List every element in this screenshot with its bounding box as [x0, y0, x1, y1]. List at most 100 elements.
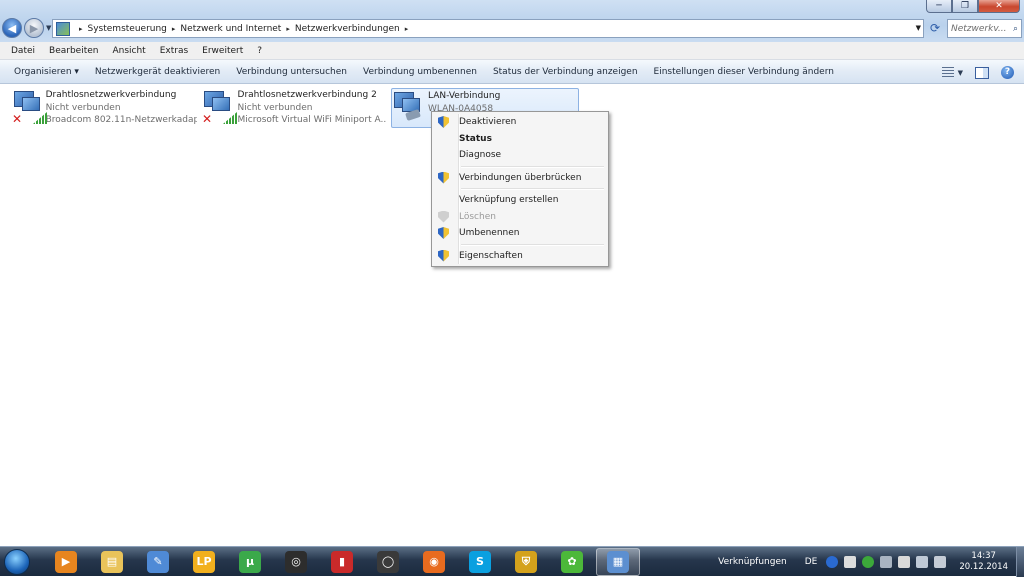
- caption-buttons: ─ ❐ ✕: [926, 0, 1020, 13]
- menu-help[interactable]: ?: [254, 46, 265, 56]
- clock-time: 14:37: [971, 551, 996, 561]
- security-shield-icon: ⛨: [515, 550, 537, 573]
- taskbar-apps: ▶ ▤ ✎ LP µ ◎ ▮ ◯ ◉ S ⛨ ✿ ▦: [42, 547, 640, 576]
- connection-item[interactable]: ✕ Drahtlosnetzwerkverbindung 2 Nicht ver…: [202, 88, 387, 128]
- network-icon[interactable]: [916, 556, 929, 568]
- language-indicator[interactable]: DE: [805, 557, 818, 567]
- change-settings-button[interactable]: Einstellungen dieser Verbindung ändern: [648, 67, 840, 77]
- taskbar-button[interactable]: ▤: [90, 548, 134, 576]
- breadcrumb-separator-icon[interactable]: ▸: [79, 25, 83, 33]
- change-view-icon[interactable]: [941, 66, 954, 79]
- tray-arrow-icon[interactable]: [844, 556, 857, 568]
- network-connections-icon: ▦: [607, 550, 629, 573]
- breadcrumb-separator-icon[interactable]: ▸: [405, 25, 409, 33]
- icq-icon: ✿: [561, 550, 583, 573]
- uac-shield-icon: [438, 171, 449, 184]
- search-input[interactable]: Netzwerkv... ⌕: [947, 19, 1022, 38]
- refresh-icon[interactable]: ⟳: [928, 21, 942, 35]
- connection-status: Nicht verbunden: [45, 102, 121, 113]
- wireless-disconnected-icon: ✕: [12, 88, 47, 126]
- taskbar-button[interactable]: LP: [182, 548, 226, 576]
- icq-tray-icon[interactable]: [862, 556, 875, 568]
- taskbar-button[interactable]: µ: [228, 548, 272, 576]
- minimize-button[interactable]: ─: [926, 0, 952, 13]
- menu-item-bridge[interactable]: Verbindungen überbrücken: [434, 170, 606, 187]
- recent-pages-dropdown[interactable]: ▼: [46, 24, 51, 32]
- taskbar-button[interactable]: ✎: [136, 548, 180, 576]
- address-bar[interactable]: ▸ Systemsteuerung ▸ Netzwerk und Interne…: [52, 19, 924, 38]
- menu-datei[interactable]: Datei: [8, 46, 38, 56]
- menu-ansicht[interactable]: Ansicht: [109, 46, 148, 56]
- flag-icon[interactable]: [880, 556, 893, 568]
- uac-shield-icon: [438, 210, 449, 223]
- app-spiral-icon: ◎: [285, 550, 307, 573]
- taskbar-button[interactable]: ◎: [274, 548, 318, 576]
- paint-icon: ✎: [147, 550, 169, 573]
- disable-device-button[interactable]: Netzwerkgerät deaktivieren: [89, 67, 226, 77]
- menu-item-deaktivieren[interactable]: Deaktivieren: [434, 114, 606, 131]
- taskbar: ▶ ▤ ✎ LP µ ◎ ▮ ◯ ◉ S ⛨ ✿ ▦ Verknüpfungen DE 14:37 20…: [0, 546, 1024, 577]
- lan-icon: [392, 89, 428, 127]
- taskbar-button[interactable]: ▶: [44, 548, 88, 576]
- start-button[interactable]: [0, 547, 34, 577]
- help-icon[interactable]: ?: [1001, 66, 1014, 79]
- lp-app-icon: LP: [193, 550, 215, 573]
- chevron-down-icon[interactable]: ▼: [958, 69, 963, 77]
- explorer-window: ─ ❐ ✕ ◀ ▶ ▼ ▸ Systemsteuerung ▸ Netzwerk…: [0, 0, 1024, 546]
- taskbar-button[interactable]: ◯: [366, 548, 410, 576]
- view-status-button[interactable]: Status der Verbindung anzeigen: [487, 67, 644, 77]
- taskbar-button[interactable]: ✿: [550, 548, 594, 576]
- taskbar-button[interactable]: ▮: [320, 548, 364, 576]
- search-icon[interactable]: ⌕: [1013, 24, 1018, 34]
- clock-date: 20.12.2014: [959, 562, 1008, 572]
- battery-icon[interactable]: [898, 556, 911, 568]
- command-bar: Organisieren ▾ Netzwerkgerät deaktiviere…: [0, 60, 1024, 84]
- file-explorer-icon: ▤: [101, 550, 123, 573]
- view-controls: ▼ ?: [941, 66, 1014, 79]
- menu-item-status[interactable]: Status: [434, 131, 606, 148]
- volume-icon[interactable]: [934, 556, 947, 568]
- breadcrumb-separator-icon[interactable]: ▸: [286, 25, 290, 33]
- menu-item-diagnose[interactable]: Diagnose: [434, 147, 606, 164]
- show-desktop-button[interactable]: [1016, 547, 1024, 577]
- skype-icon: S: [469, 550, 491, 573]
- preview-pane-icon[interactable]: [975, 66, 989, 79]
- connection-item[interactable]: ✕ Drahtlosnetzwerkverbindung Nicht verbu…: [12, 88, 197, 128]
- menu-extras[interactable]: Extras: [157, 46, 191, 56]
- breadcrumb-separator-icon[interactable]: ▸: [172, 25, 176, 33]
- breadcrumb-item[interactable]: Netzwerk und Internet: [180, 24, 281, 34]
- links-toolbar[interactable]: Verknüpfungen: [718, 557, 787, 567]
- chevron-down-icon[interactable]: ▼: [916, 24, 921, 32]
- windows-logo-icon: [4, 548, 30, 575]
- taskbar-button[interactable]: ⛨: [504, 548, 548, 576]
- back-button[interactable]: ◀: [2, 18, 22, 38]
- forward-button[interactable]: ▶: [24, 18, 44, 38]
- firefox-icon: ◉: [423, 550, 445, 573]
- close-button[interactable]: ✕: [978, 0, 1020, 13]
- clock[interactable]: 14:37 20.12.2014: [959, 551, 1008, 573]
- help-tray-icon[interactable]: [826, 556, 839, 568]
- connection-name: Drahtlosnetzwerkverbindung 2: [237, 90, 377, 100]
- media-player-icon: ▶: [55, 550, 77, 573]
- taskbar-button[interactable]: ▦: [596, 547, 640, 576]
- rename-connection-button[interactable]: Verbindung umbenennen: [357, 67, 483, 77]
- taskbar-button[interactable]: ◉: [412, 548, 456, 576]
- connection-device: Microsoft Virtual WiFi Miniport A...: [237, 115, 387, 125]
- connection-name: Drahtlosnetzwerkverbindung: [45, 90, 177, 100]
- navigation-buttons: ◀ ▶ ▼: [2, 18, 51, 38]
- organize-button[interactable]: Organisieren ▾: [8, 67, 85, 77]
- menu-bearbeiten[interactable]: Bearbeiten: [46, 46, 101, 56]
- diagnose-connection-button[interactable]: Verbindung untersuchen: [230, 67, 353, 77]
- menu-item-create-shortcut[interactable]: Verknüpfung erstellen: [434, 192, 606, 209]
- menu-item-rename[interactable]: Umbenennen: [434, 225, 606, 242]
- search-tool-icon: ◯: [377, 550, 399, 573]
- taskbar-button[interactable]: S: [458, 548, 502, 576]
- breadcrumb-item[interactable]: Systemsteuerung: [88, 24, 167, 34]
- breadcrumb-item[interactable]: Netzwerkverbindungen: [295, 24, 400, 34]
- context-menu: Deaktivieren Status Diagnose Verbindunge…: [431, 111, 609, 267]
- connection-name: LAN-Verbindung: [428, 91, 501, 101]
- menu-erweitert[interactable]: Erweitert: [199, 46, 246, 56]
- menu-item-properties[interactable]: Eigenschaften: [434, 248, 606, 265]
- maximize-button[interactable]: ❐: [952, 0, 978, 13]
- uac-shield-icon: [438, 249, 449, 262]
